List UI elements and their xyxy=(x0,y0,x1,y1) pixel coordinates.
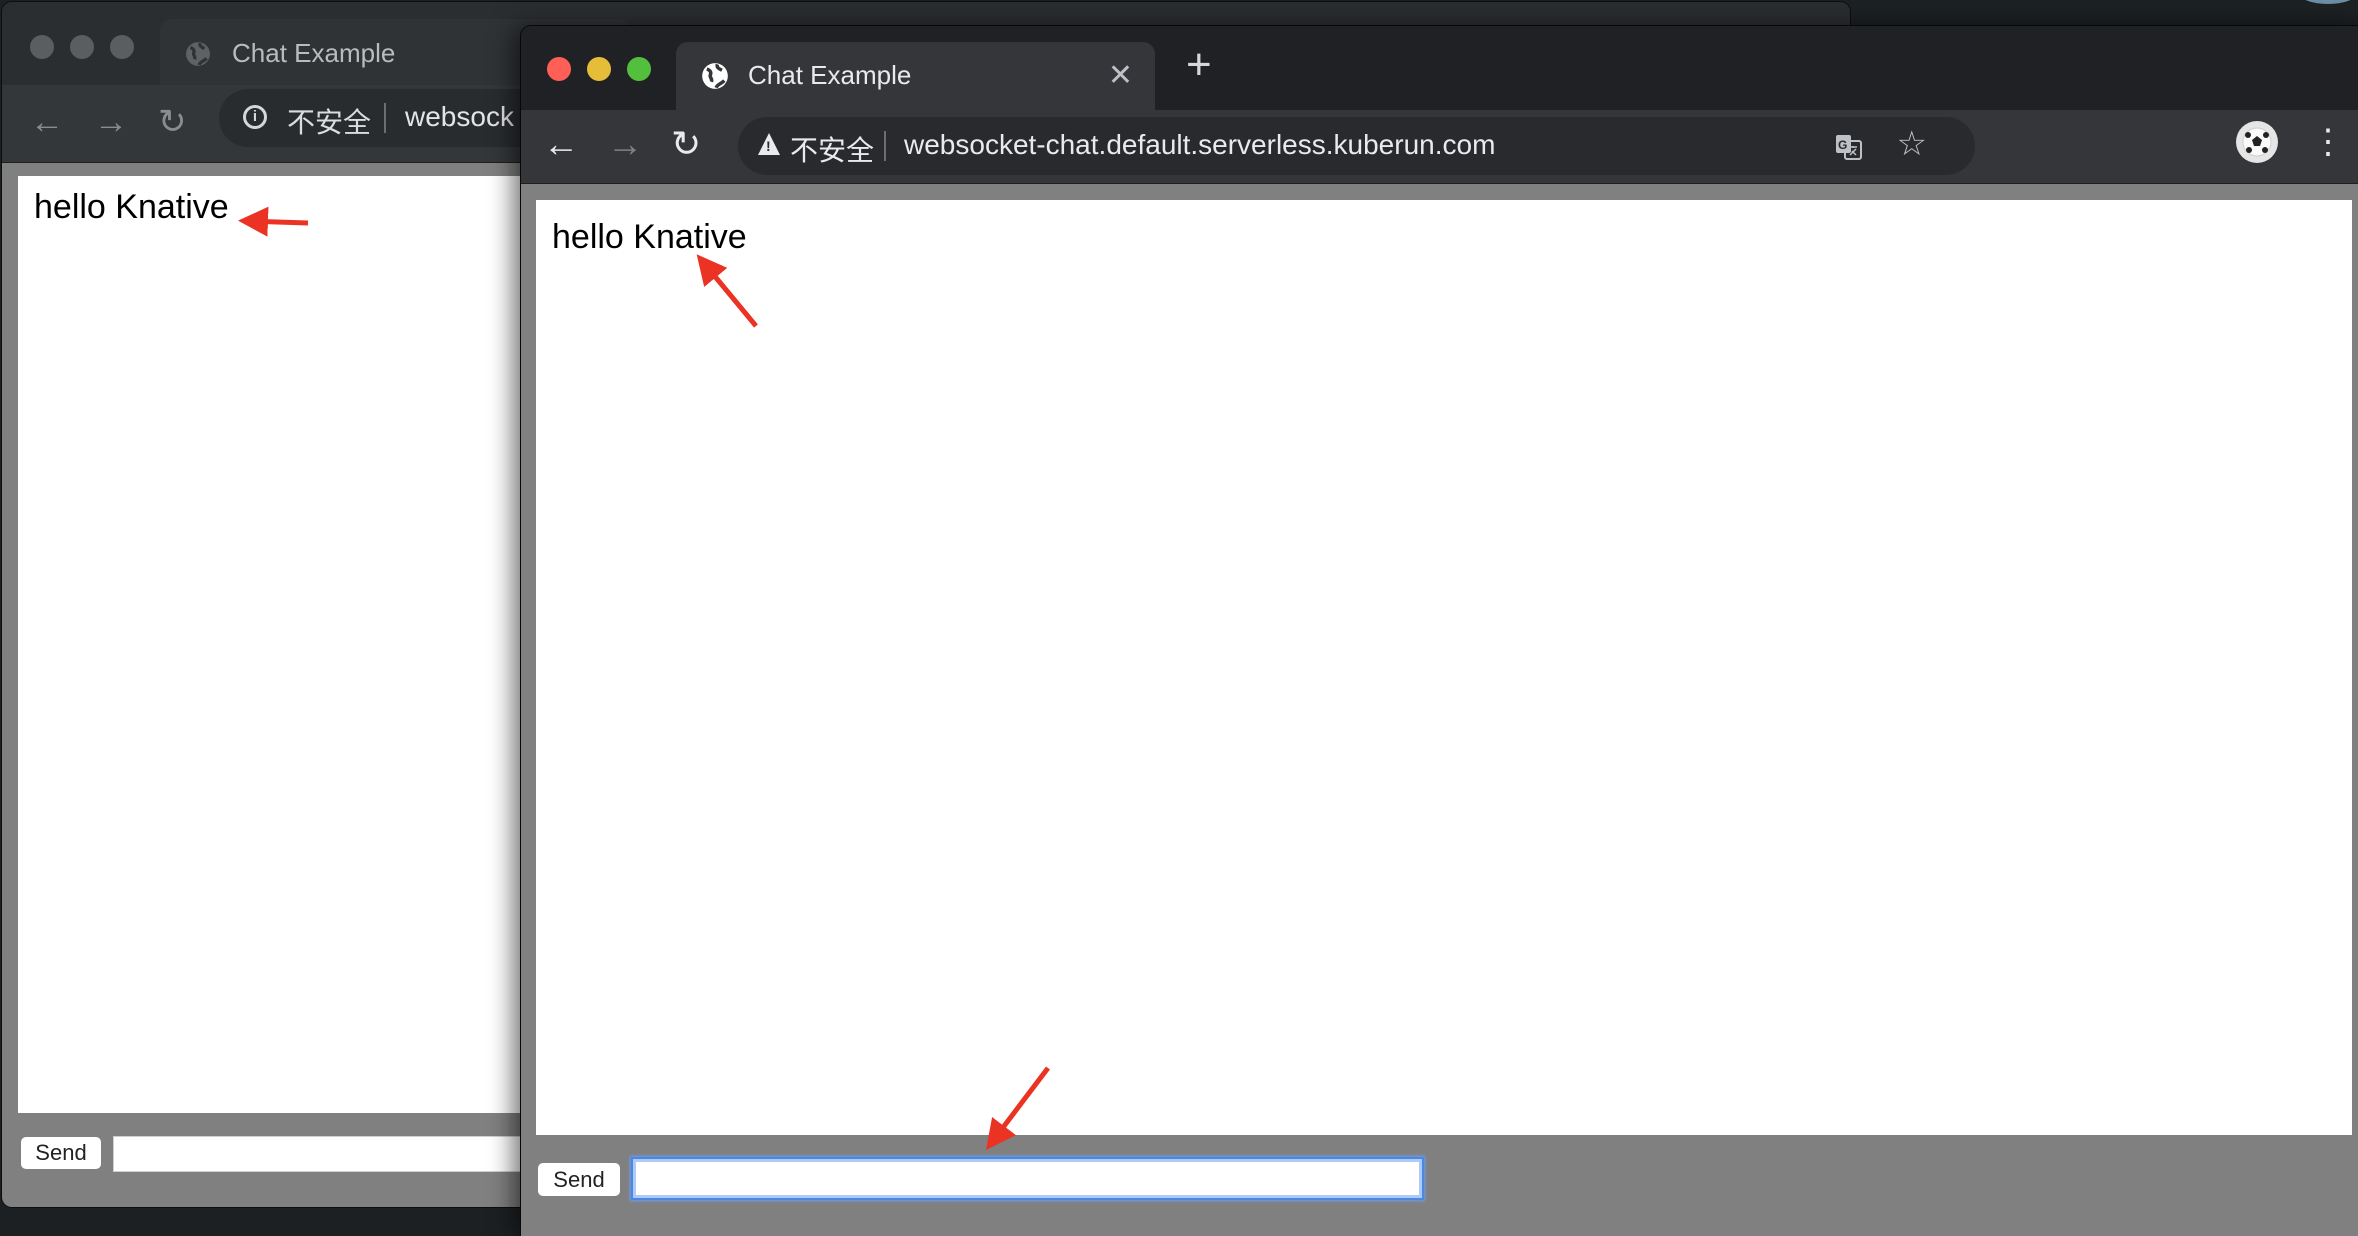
security-label: 不安全 xyxy=(287,107,372,138)
toolbar: ← → ↻ 不安全 websocket-chat.default.serverl… xyxy=(521,110,2358,184)
close-window-button[interactable] xyxy=(547,57,571,81)
forward-arrow-icon[interactable]: → xyxy=(607,126,643,162)
warning-icon[interactable] xyxy=(758,133,780,155)
desktop-avatar xyxy=(2298,0,2358,4)
close-window-button[interactable] xyxy=(30,35,54,59)
maximize-window-button[interactable] xyxy=(110,35,134,59)
chat-log: hello Knative xyxy=(536,200,2352,1135)
page-area: hello Knative Send xyxy=(521,184,2358,1236)
window-controls xyxy=(547,57,651,81)
globe-icon xyxy=(186,42,210,66)
profile-avatar[interactable] xyxy=(2236,121,2278,163)
new-tab-icon[interactable]: + xyxy=(1186,40,1212,90)
address-bar[interactable]: 不安全 websocket-chat.default.serverless.ku… xyxy=(738,117,1975,175)
chat-message: hello Knative xyxy=(552,218,747,256)
url-text[interactable]: websocket-chat.default.serverless.kuberu… xyxy=(904,129,1495,161)
more-menu-icon[interactable]: ⋮ xyxy=(2311,120,2345,164)
forward-arrow-icon[interactable]: → xyxy=(94,105,128,139)
message-input[interactable] xyxy=(631,1157,1424,1200)
close-tab-icon[interactable]: ✕ xyxy=(1108,58,1133,93)
globe-icon xyxy=(702,63,728,89)
send-button[interactable]: Send xyxy=(21,1137,101,1169)
front-browser-window[interactable]: Chat Example ✕ + ← → ↻ 不安全 websocket-cha… xyxy=(521,26,2358,1236)
reload-icon[interactable]: ↻ xyxy=(671,126,701,162)
reload-icon[interactable]: ↻ xyxy=(158,105,187,139)
back-arrow-icon[interactable]: ← xyxy=(30,105,64,139)
tab-title: Chat Example xyxy=(748,60,912,90)
translate-icon[interactable]: G xyxy=(1835,133,1863,161)
send-button[interactable]: Send xyxy=(538,1163,620,1196)
security-label: 不安全 xyxy=(790,135,875,166)
tab-chat-example[interactable]: Chat Example ✕ xyxy=(676,42,1155,110)
separator xyxy=(384,103,386,133)
bookmark-star-icon[interactable]: ☆ xyxy=(1897,124,1927,164)
desktop-background xyxy=(1850,0,2358,18)
minimize-window-button[interactable] xyxy=(587,57,611,81)
minimize-window-button[interactable] xyxy=(70,35,94,59)
window-controls xyxy=(30,35,134,59)
tab-bar: Chat Example ✕ + xyxy=(521,26,2358,110)
info-icon[interactable]: i xyxy=(243,105,267,129)
separator xyxy=(884,131,886,161)
maximize-window-button[interactable] xyxy=(627,57,651,81)
soccer-ball-icon xyxy=(2242,127,2272,157)
svg-text:G: G xyxy=(1838,138,1847,152)
tab-title: Chat Example xyxy=(232,38,396,68)
back-arrow-icon[interactable]: ← xyxy=(543,126,579,162)
chat-message: hello Knative xyxy=(34,188,229,226)
url-text[interactable]: websock xyxy=(405,101,514,133)
